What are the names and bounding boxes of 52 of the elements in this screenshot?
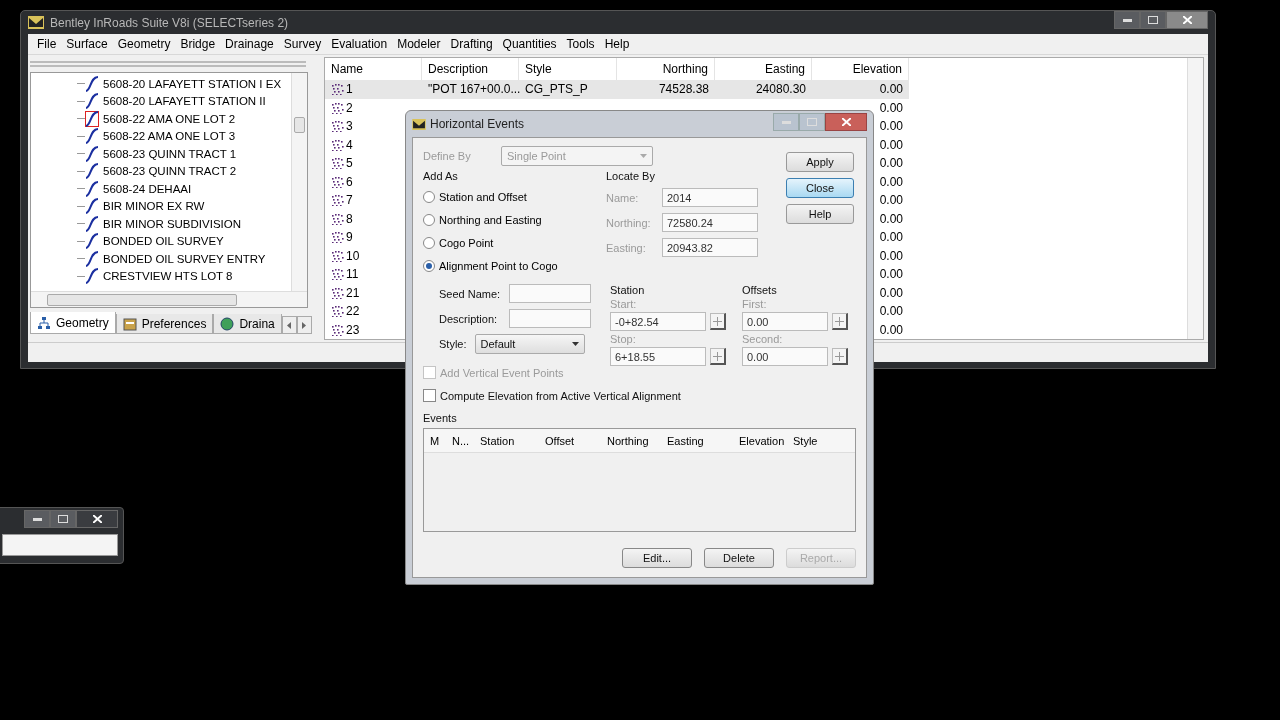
table-cell: 24080.30 — [755, 82, 806, 97]
table-cell: 11 — [346, 267, 359, 282]
field-label: First: — [742, 298, 768, 310]
table-cell: 1 — [346, 82, 353, 97]
table-cell: 0.00 — [879, 211, 903, 226]
table-cell: 23 — [346, 322, 360, 337]
table-cell: 0.00 — [879, 230, 903, 245]
table-cell: 0.00 — [879, 285, 903, 300]
table-cell: 0.00 — [879, 82, 903, 97]
group-label: Station — [610, 284, 646, 296]
table-cell: 2 — [346, 100, 353, 115]
table-cell: 74528.38 — [658, 82, 709, 97]
dialog-title: Horizontal Events — [430, 117, 525, 131]
group-label: Locate By — [606, 170, 656, 182]
table-cell: 10 — [346, 248, 360, 263]
checkbox-label: Compute Elevation from Active Vertical Alignment — [440, 389, 681, 402]
field-label: Name: — [606, 191, 640, 204]
description-label: Description: — [439, 312, 499, 325]
table-cell: 7 — [346, 193, 353, 208]
table-cell: 0.00 — [879, 119, 903, 134]
table-cell: 22 — [346, 304, 360, 319]
table-cell: 0.00 — [879, 322, 903, 337]
seed-name-label: Seed Name: — [439, 287, 501, 300]
checkbox-label: Add Vertical Event Points — [440, 366, 564, 379]
table-cell: 0.00 — [879, 304, 903, 319]
field-label: Northing: — [606, 216, 652, 229]
table-cell: 9 — [346, 230, 353, 245]
table-cell: 21 — [346, 285, 360, 300]
style-label: Style: — [439, 338, 467, 350]
table-cell: 0.00 — [879, 156, 903, 171]
table-cell: 0.00 — [879, 137, 903, 152]
table-cell: 6 — [346, 174, 353, 189]
table-cell: 0.00 — [879, 193, 903, 208]
field-label: Start: — [610, 298, 638, 310]
field-label: Easting: — [606, 241, 647, 254]
window-title: Bentley InRoads Suite V8i (SELECTseries 2) — [50, 15, 289, 30]
table-cell: 0.00 — [879, 100, 903, 115]
table-cell: 3 — [346, 119, 353, 134]
table-cell: "POT 167+00.0... — [428, 82, 521, 97]
group-label: Events — [423, 412, 458, 424]
group-label: Offsets — [742, 284, 778, 296]
table-cell: 0.00 — [879, 174, 903, 189]
field-label: Stop: — [610, 333, 637, 345]
table-cell: 0.00 — [879, 267, 903, 282]
table-cell: 8 — [346, 211, 353, 226]
table-cell: 5 — [346, 156, 353, 171]
table-cell: 0.00 — [879, 248, 903, 263]
field-label: Second: — [742, 333, 784, 345]
table-cell: CG_PTS_P — [525, 82, 588, 97]
define-by-label: Define By — [423, 150, 472, 162]
table-cell: 4 — [346, 137, 353, 152]
group-label: Add As — [423, 170, 459, 182]
